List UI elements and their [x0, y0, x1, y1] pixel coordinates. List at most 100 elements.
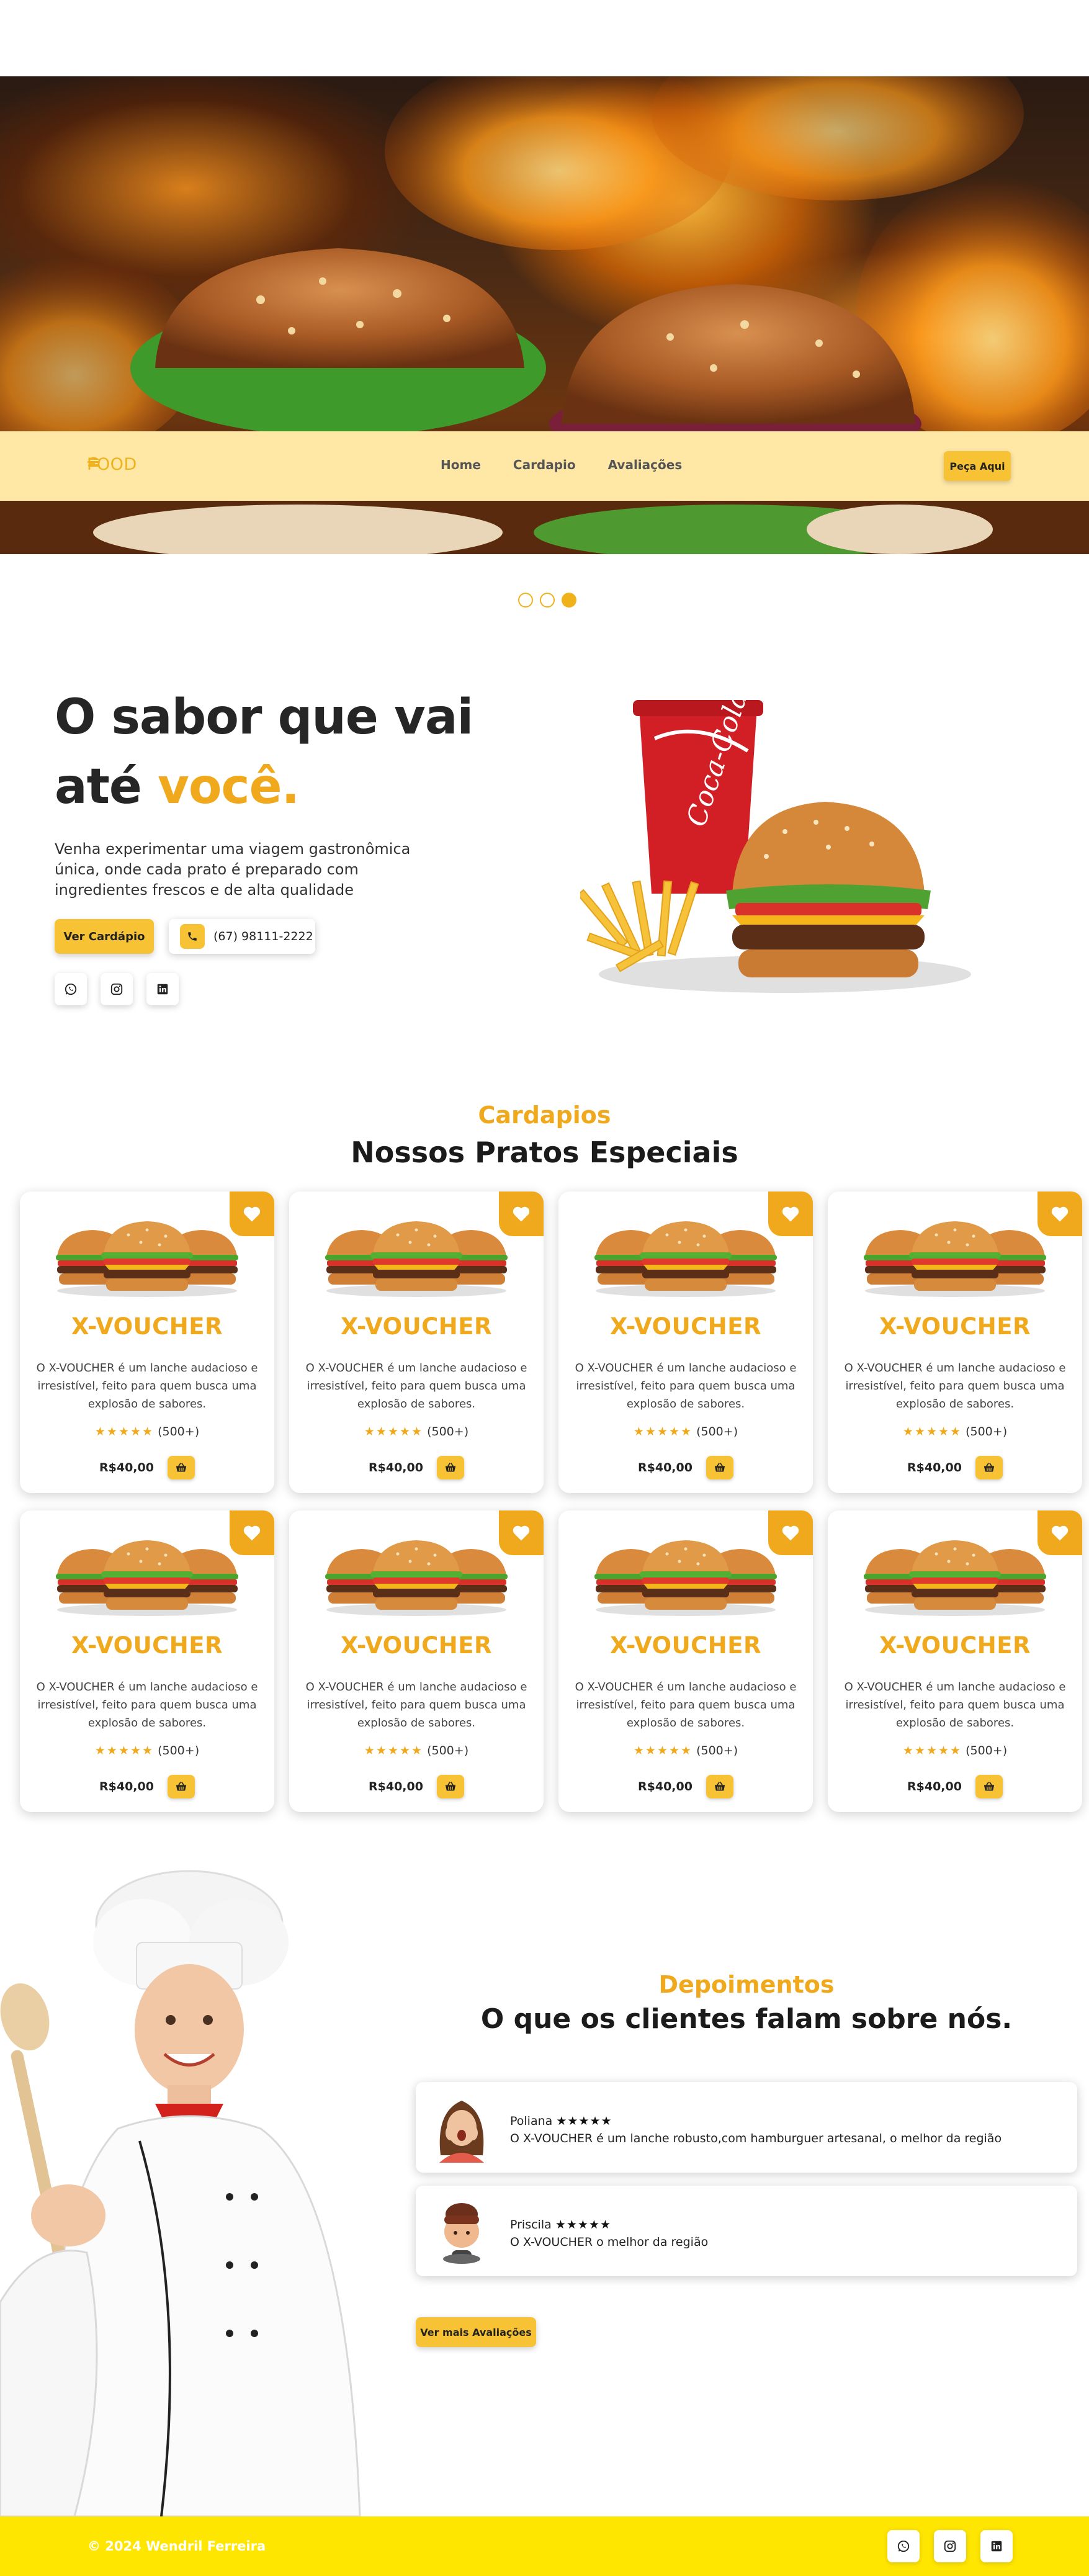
- menu-item-description: O X-VOUCHER é um lanche audacioso e irre…: [844, 1362, 1066, 1411]
- burger-image: [56, 1540, 238, 1616]
- burger-image: [56, 1221, 238, 1297]
- review-stars: ★★★★★: [555, 2218, 611, 2232]
- burger-image: [864, 1540, 1046, 1616]
- heart-icon: [513, 1206, 530, 1222]
- menu-item-footer: R$40,00: [558, 1775, 813, 1798]
- footer-socials: [887, 2530, 1013, 2562]
- instagram-icon[interactable]: [101, 973, 133, 1005]
- menu-card[interactable]: X-VOUCHER O X-VOUCHER é um lanche audaci…: [289, 1510, 544, 1812]
- burger-image: [864, 1221, 1046, 1297]
- menu-card[interactable]: X-VOUCHER O X-VOUCHER é um lanche audaci…: [828, 1510, 1082, 1812]
- menu-item-price: R$40,00: [99, 1461, 154, 1474]
- carousel-dots: [518, 593, 576, 608]
- star-rating-icon: ★★★★★: [902, 1744, 962, 1757]
- phone-number: (67) 98111-2222: [213, 930, 313, 943]
- testimonials-subtitle: Depoimentos: [658, 1971, 835, 1998]
- menu-item-name: X-VOUCHER: [340, 1632, 493, 1659]
- menu-item-footer: R$40,00: [20, 1456, 274, 1479]
- carousel-dot-1[interactable]: [518, 593, 533, 608]
- burger-icon: [87, 457, 100, 467]
- review-stars: ★★★★★: [556, 2114, 612, 2128]
- review-author: Poliana ★★★★★: [510, 2114, 612, 2128]
- phone-icon: [180, 924, 205, 949]
- menu-item-rating-count: (500+): [158, 1744, 200, 1757]
- menu-item-name: X-VOUCHER: [879, 1313, 1031, 1340]
- heart-icon: [1051, 1525, 1069, 1541]
- heart-icon: [513, 1525, 530, 1541]
- carousel-dot-3[interactable]: [562, 593, 576, 608]
- basket-icon: [176, 1463, 187, 1472]
- add-to-cart-button[interactable]: [706, 1775, 733, 1798]
- nav-link-cardapio[interactable]: Cardapio: [513, 457, 576, 472]
- menu-item-description: O X-VOUCHER é um lanche audacioso e irre…: [36, 1362, 258, 1411]
- menu-item-price: R$40,00: [369, 1780, 423, 1793]
- menu-item-footer: R$40,00: [289, 1456, 544, 1479]
- order-button[interactable]: Peça Aqui: [944, 451, 1011, 481]
- testimonials-title: O que os clientes falam sobre nós.: [480, 2003, 1013, 2035]
- menu-item-description: O X-VOUCHER é um lanche audacioso e irre…: [305, 1681, 527, 1730]
- instagram-icon[interactable]: [934, 2530, 966, 2562]
- menu-item-footer: R$40,00: [828, 1456, 1082, 1479]
- star-rating-icon: ★★★★★: [364, 1425, 424, 1438]
- review-text: O X-VOUCHER o melhor da região: [510, 2235, 709, 2249]
- menu-item-description: O X-VOUCHER é um lanche audacioso e irre…: [305, 1362, 527, 1411]
- menu-card[interactable]: X-VOUCHER O X-VOUCHER é um lanche audaci…: [20, 1192, 274, 1493]
- menu-item-price: R$40,00: [99, 1780, 154, 1793]
- basket-icon: [445, 1463, 456, 1472]
- whatsapp-icon[interactable]: [55, 973, 87, 1005]
- more-reviews-button[interactable]: Ver mais Avaliações: [416, 2317, 536, 2347]
- copyright: © 2024 Wendril Ferreira: [87, 2539, 266, 2554]
- brand-logo[interactable]: FOOD: [87, 455, 137, 474]
- menu-card[interactable]: X-VOUCHER O X-VOUCHER é um lanche audaci…: [828, 1192, 1082, 1493]
- menu-card[interactable]: X-VOUCHER O X-VOUCHER é um lanche audaci…: [289, 1192, 544, 1493]
- add-to-cart-button[interactable]: [975, 1775, 1003, 1798]
- menu-item-rating-count: (500+): [427, 1425, 469, 1438]
- heart-icon: [243, 1206, 261, 1222]
- menu-item-name: X-VOUCHER: [609, 1632, 762, 1659]
- intro-title-accent: você.: [157, 759, 300, 815]
- star-rating-icon: ★★★★★: [94, 1425, 155, 1438]
- basket-icon: [445, 1782, 456, 1791]
- menu-item-name: X-VOUCHER: [609, 1313, 762, 1340]
- heart-icon: [243, 1525, 261, 1541]
- menu-card[interactable]: X-VOUCHER O X-VOUCHER é um lanche audaci…: [20, 1510, 274, 1812]
- menu-card[interactable]: X-VOUCHER O X-VOUCHER é um lanche audaci…: [558, 1510, 813, 1812]
- menu-item-price: R$40,00: [638, 1461, 692, 1474]
- basket-icon: [714, 1782, 725, 1791]
- menu-item-rating: ★★★★★ (500+): [289, 1744, 544, 1757]
- hero-carousel: FOOD Home Cardapio Avaliações Peça Aqui: [0, 76, 1089, 554]
- burger-image: [594, 1540, 777, 1616]
- add-to-cart-button[interactable]: [167, 1456, 195, 1479]
- star-rating-icon: ★★★★★: [633, 1744, 693, 1757]
- heart-icon: [782, 1525, 799, 1541]
- linkedin-icon[interactable]: [146, 973, 179, 1005]
- add-to-cart-button[interactable]: [436, 1456, 464, 1479]
- menu-item-description: O X-VOUCHER é um lanche audacioso e irre…: [36, 1681, 258, 1730]
- review-card: Priscila ★★★★★ O X-VOUCHER o melhor da r…: [416, 2186, 1077, 2276]
- nav-link-home[interactable]: Home: [441, 457, 481, 472]
- nav-link-avaliacoes[interactable]: Avaliações: [608, 457, 683, 472]
- basket-icon: [176, 1782, 187, 1791]
- add-to-cart-button[interactable]: [706, 1456, 733, 1479]
- menu-item-description: O X-VOUCHER é um lanche audacioso e irre…: [575, 1681, 797, 1730]
- menu-item-rating-count: (500+): [966, 1744, 1008, 1757]
- menu-item-footer: R$40,00: [558, 1456, 813, 1479]
- review-card: Poliana ★★★★★ O X-VOUCHER é um lanche ro…: [416, 2082, 1077, 2173]
- review-author-name: Poliana: [510, 2114, 553, 2128]
- carousel-dot-2[interactable]: [540, 593, 555, 608]
- add-to-cart-button[interactable]: [975, 1456, 1003, 1479]
- linkedin-icon[interactable]: [980, 2530, 1013, 2562]
- review-author-name: Priscila: [510, 2218, 552, 2232]
- star-rating-icon: ★★★★★: [633, 1425, 693, 1438]
- whatsapp-icon[interactable]: [887, 2530, 920, 2562]
- add-to-cart-button[interactable]: [436, 1775, 464, 1798]
- add-to-cart-button[interactable]: [167, 1775, 195, 1798]
- view-menu-button[interactable]: Ver Cardápio: [55, 919, 154, 954]
- nav-links: Home Cardapio Avaliações: [441, 457, 682, 472]
- menu-item-name: X-VOUCHER: [71, 1313, 223, 1340]
- review-author: Priscila ★★★★★: [510, 2218, 611, 2232]
- menu-card[interactable]: X-VOUCHER O X-VOUCHER é um lanche audaci…: [558, 1192, 813, 1493]
- review-text: O X-VOUCHER é um lanche robusto,com hamb…: [510, 2132, 1002, 2145]
- phone-button[interactable]: (67) 98111-2222: [169, 919, 315, 954]
- star-rating-icon: ★★★★★: [94, 1744, 155, 1757]
